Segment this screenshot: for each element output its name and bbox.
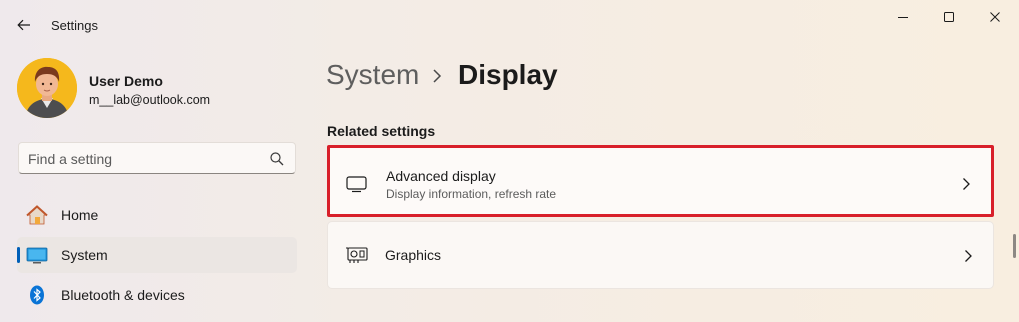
card-title: Advanced display (386, 168, 496, 184)
back-arrow-icon (17, 19, 30, 31)
sidebar-item-label: Home (61, 207, 99, 223)
section-title: Related settings (327, 123, 436, 139)
home-icon (26, 205, 48, 225)
user-avatar-icon (17, 58, 77, 118)
card-title: Graphics (385, 247, 442, 263)
maximize-icon (944, 12, 954, 22)
scrollbar-thumb[interactable] (1013, 234, 1016, 258)
back-button[interactable] (10, 11, 38, 39)
search-icon[interactable] (269, 151, 285, 167)
user-email: m__lab@outlook.com (89, 93, 211, 107)
sidebar-item-system[interactable]: System (17, 237, 297, 273)
minimize-icon (898, 17, 908, 18)
sidebar-item-label: System (61, 247, 108, 263)
graphics-card-icon (346, 247, 368, 263)
search-box[interactable] (18, 142, 296, 174)
close-button[interactable] (972, 0, 1018, 34)
app-title: Settings (51, 18, 98, 33)
maximize-button[interactable] (926, 0, 972, 34)
card-subtitle: Display information, refresh rate (386, 187, 557, 201)
page-title: Display (458, 59, 558, 90)
advanced-display-card[interactable]: Advanced display Display information, re… (327, 145, 994, 217)
system-icon (26, 247, 48, 264)
graphics-card[interactable]: Graphics (327, 221, 994, 289)
chevron-right-icon (963, 178, 970, 190)
active-indicator (17, 247, 20, 263)
close-icon (990, 12, 1000, 22)
chevron-right-icon (965, 250, 972, 262)
avatar[interactable] (17, 58, 77, 118)
user-name: User Demo (89, 73, 163, 89)
sidebar-item-home[interactable]: Home (17, 197, 297, 233)
sidebar-item-label: Bluetooth & devices (61, 287, 185, 303)
minimize-button[interactable] (880, 0, 926, 34)
chevron-right-icon (433, 69, 442, 83)
title-bar: Settings (0, 0, 1019, 48)
bluetooth-icon (30, 285, 44, 305)
breadcrumb-parent[interactable]: System (326, 59, 419, 91)
sidebar-item-bluetooth[interactable]: Bluetooth & devices (17, 277, 297, 313)
search-input[interactable] (28, 149, 263, 169)
monitor-icon (346, 176, 367, 193)
